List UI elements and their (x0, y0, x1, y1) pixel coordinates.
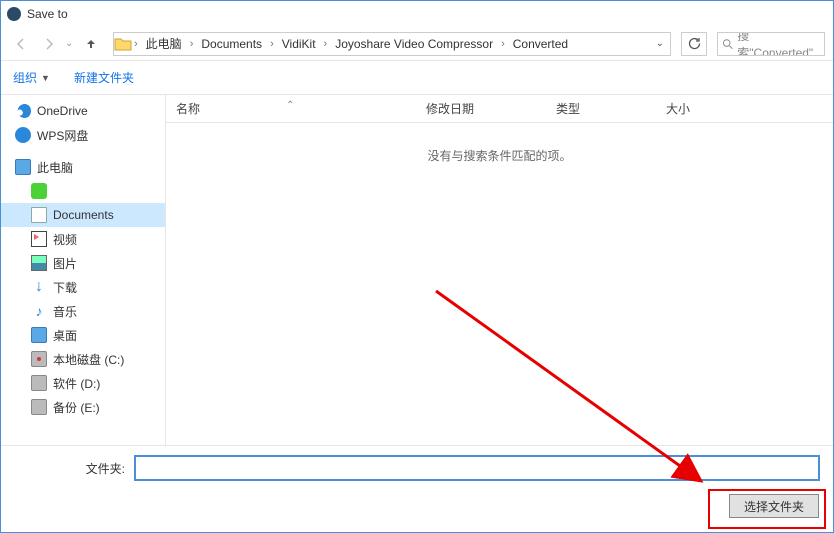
crumb-vidikit[interactable]: VidiKit (276, 33, 322, 55)
drive-icon (31, 399, 47, 415)
nav-bar: ⌄ › 此电脑 › Documents › VidiKit › Joyoshar… (1, 27, 833, 61)
video-icon (31, 231, 47, 247)
new-folder-button[interactable]: 新建文件夹 (74, 69, 134, 86)
crumb-documents[interactable]: Documents (195, 33, 268, 55)
refresh-button[interactable] (681, 32, 707, 56)
sidebar-music[interactable]: ♪音乐 (1, 299, 165, 323)
chevron-icon: › (322, 38, 330, 50)
sidebar: OneDrive WPS网盘 此电脑 Documents 视频 图片 ↓下载 ♪… (1, 95, 166, 465)
main-area: OneDrive WPS网盘 此电脑 Documents 视频 图片 ↓下载 ♪… (1, 95, 833, 465)
bottom-panel: 文件夹: 选择文件夹 (1, 445, 833, 532)
download-icon: ↓ (31, 279, 47, 295)
onedrive-icon (15, 103, 31, 119)
toolbar: 组织 ▼ 新建文件夹 (1, 61, 833, 95)
folder-row: 文件夹: (15, 456, 819, 480)
header-date[interactable]: 修改日期 (416, 100, 546, 117)
crumb-pc[interactable]: 此电脑 (140, 33, 188, 55)
sidebar-downloads[interactable]: ↓下载 (1, 275, 165, 299)
search-box[interactable]: 搜索"Converted" (717, 32, 825, 56)
organize-menu[interactable]: 组织 ▼ (13, 69, 50, 86)
header-type[interactable]: 类型 (546, 100, 656, 117)
sidebar-wps[interactable]: WPS网盘 (1, 123, 165, 147)
drive-icon (31, 351, 47, 367)
app-icon (7, 7, 21, 21)
music-icon: ♪ (31, 303, 47, 319)
sidebar-desktop[interactable]: 桌面 (1, 323, 165, 347)
header-size[interactable]: 大小 (656, 100, 833, 117)
documents-icon (31, 207, 47, 223)
forward-button[interactable] (37, 32, 61, 56)
picture-icon (31, 255, 47, 271)
header-name[interactable]: 名称⌃ (166, 100, 416, 117)
sort-indicator-icon: ⌃ (286, 100, 294, 111)
sidebar-this-pc[interactable]: 此电脑 (1, 155, 165, 179)
chevron-icon: › (132, 38, 140, 50)
chevron-icon: › (268, 38, 276, 50)
recent-dropdown[interactable]: ⌄ (65, 38, 75, 49)
chevron-icon: › (499, 38, 507, 50)
sidebar-documents[interactable]: Documents (1, 203, 165, 227)
empty-message: 没有与搜索条件匹配的项。 (166, 123, 833, 164)
sidebar-green-item[interactable] (1, 179, 165, 203)
green-icon (31, 183, 47, 199)
sidebar-onedrive[interactable]: OneDrive (1, 99, 165, 123)
sidebar-drive-d[interactable]: 软件 (D:) (1, 371, 165, 395)
content-pane: 名称⌃ 修改日期 类型 大小 没有与搜索条件匹配的项。 (166, 95, 833, 465)
folder-icon (114, 36, 132, 52)
folder-label: 文件夹: (15, 460, 125, 477)
chevron-icon: › (188, 38, 196, 50)
sidebar-drive-c[interactable]: 本地磁盘 (C:) (1, 347, 165, 371)
select-folder-button[interactable]: 选择文件夹 (729, 494, 819, 518)
drive-icon (31, 375, 47, 391)
titlebar: Save to (1, 1, 833, 27)
search-icon (722, 38, 733, 50)
sidebar-videos[interactable]: 视频 (1, 227, 165, 251)
crumb-joyoshare[interactable]: Joyoshare Video Compressor (329, 33, 499, 55)
window-title: Save to (27, 7, 68, 21)
column-headers: 名称⌃ 修改日期 类型 大小 (166, 95, 833, 123)
path-dropdown[interactable]: ⌄ (650, 38, 670, 49)
up-button[interactable] (79, 32, 103, 56)
back-button[interactable] (9, 32, 33, 56)
pc-icon (15, 159, 31, 175)
sidebar-drive-e[interactable]: 备份 (E:) (1, 395, 165, 419)
sidebar-pictures[interactable]: 图片 (1, 251, 165, 275)
desktop-icon (31, 327, 47, 343)
folder-input[interactable] (135, 456, 819, 480)
wps-icon (15, 127, 31, 143)
crumb-converted[interactable]: Converted (507, 33, 574, 55)
address-bar[interactable]: › 此电脑 › Documents › VidiKit › Joyoshare … (113, 32, 671, 56)
search-placeholder: 搜索"Converted" (737, 32, 820, 56)
